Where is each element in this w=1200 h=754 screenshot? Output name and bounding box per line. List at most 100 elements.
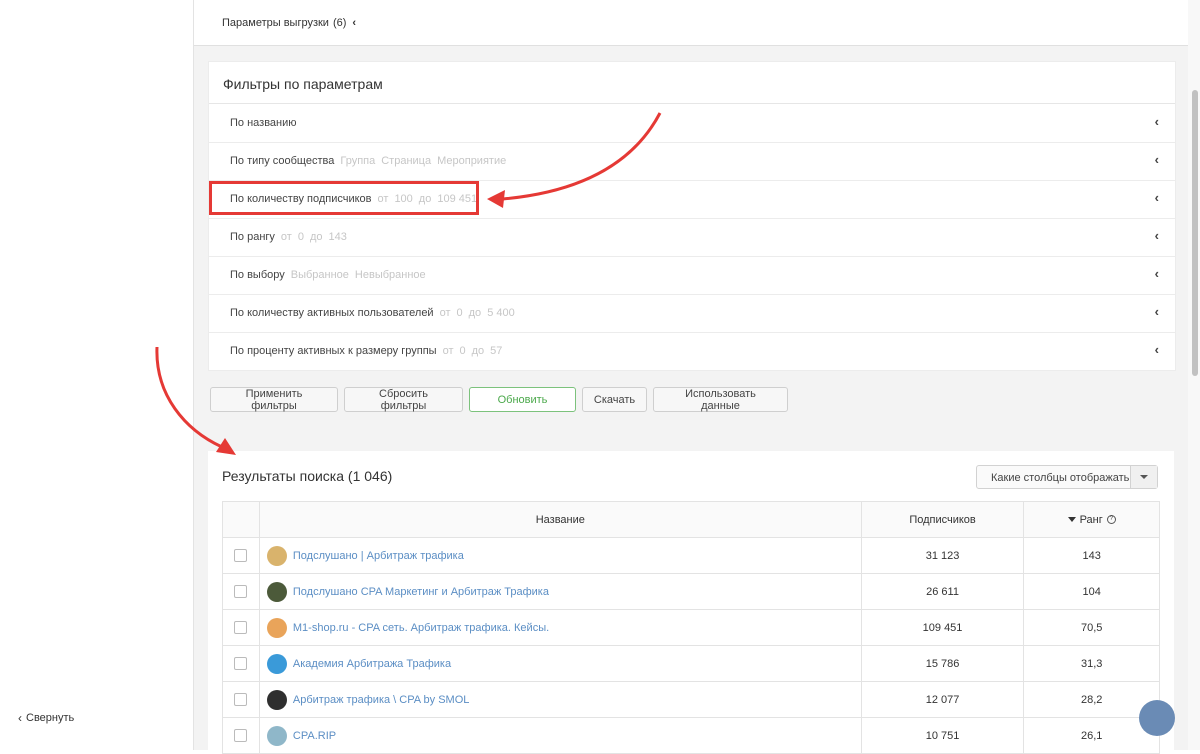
export-params-toggle[interactable]: Параметры выгрузки (6) ‹ — [222, 17, 356, 29]
filter-hint: от — [439, 307, 451, 319]
scrollbar-thumb[interactable] — [1192, 90, 1198, 376]
group-name-link[interactable]: Арбитраж трафика \ CPA by SMOL — [293, 694, 470, 706]
filter-hint: до — [468, 307, 482, 319]
filter-row[interactable]: По выбору Выбранное Невыбранное ‹ — [209, 256, 1175, 295]
row-checkbox[interactable] — [234, 693, 248, 706]
group-name-link[interactable]: CPA.RIP — [293, 730, 336, 742]
filter-hint: 0 — [459, 345, 466, 357]
group-name-link[interactable]: Академия Арбитража Трафика — [293, 658, 451, 670]
columns-select-label: Какие столбцы отображать — [991, 472, 1130, 484]
caret-down-icon — [1140, 475, 1148, 479]
header-checkbox-cell — [222, 501, 260, 538]
group-avatar[interactable] — [266, 581, 287, 602]
results-panel: Результаты поиска (1 046) Какие столбцы … — [208, 451, 1174, 754]
subscribers-cell: 15 786 — [860, 645, 1025, 682]
row-checkbox-cell — [222, 645, 260, 682]
export-params-bar[interactable]: Параметры выгрузки (6) ‹ — [194, 0, 1188, 46]
apply-filters-button[interactable]: Применить фильтры — [210, 387, 338, 412]
group-name-link[interactable]: Подслушано CPA Маркетинг и Арбитраж Траф… — [293, 586, 549, 598]
name-cell: CPA.RIP — [258, 717, 862, 754]
export-params-label: Параметры выгрузки — [222, 17, 329, 29]
row-checkbox[interactable] — [234, 549, 248, 562]
filter-label: По количеству активных пользователей — [230, 307, 434, 319]
table-row: CPA.RIP 10 751 26,1 — [222, 717, 1160, 754]
columns-select-caret[interactable] — [1130, 466, 1157, 488]
row-checkbox[interactable] — [234, 657, 248, 670]
group-avatar[interactable] — [266, 725, 287, 746]
filter-hint: Страница — [381, 155, 432, 167]
chevron-left-icon: ‹ — [1154, 304, 1159, 319]
filter-hints: Группа Страница Мероприятие — [340, 155, 512, 167]
download-button[interactable]: Скачать — [582, 387, 647, 412]
name-cell: M1-shop.ru - CPA сеть. Арбитраж трафика.… — [258, 609, 862, 646]
rank-cell: 143 — [1023, 537, 1160, 574]
table-row: Подслушано | Арбитраж трафика 31 123 143 — [222, 537, 1160, 574]
reset-filters-button[interactable]: Сбросить фильтры — [344, 387, 463, 412]
chevron-left-icon: ‹ — [1154, 152, 1159, 167]
filter-hint: 5 400 — [487, 307, 515, 319]
header-subscribers[interactable]: Подписчиков — [860, 501, 1025, 538]
filter-label: По проценту активных к размеру группы — [230, 345, 437, 357]
subscribers-cell: 26 611 — [860, 573, 1025, 610]
filter-label: По рангу — [230, 231, 275, 243]
results-title: Результаты поиска (1 046) — [222, 468, 393, 484]
highlight-box — [209, 181, 479, 215]
filter-row[interactable]: По количеству активных пользователей от 0 д… — [209, 294, 1175, 333]
filter-label: По названию — [230, 117, 297, 129]
group-avatar[interactable] — [266, 653, 287, 674]
sidebar: ‹ Свернуть — [0, 0, 194, 750]
row-checkbox[interactable] — [234, 585, 248, 598]
filters-panel: Фильтры по параметрам По названию ‹ По тип… — [208, 61, 1176, 371]
chevron-left-icon: ‹ — [1154, 342, 1159, 357]
row-checkbox-cell — [222, 681, 260, 718]
filter-hint: Невыбранное — [354, 269, 426, 281]
filter-label: По выбору — [230, 269, 285, 281]
refresh-button[interactable]: Обновить — [469, 387, 576, 412]
filter-row[interactable]: По названию ‹ — [209, 104, 1175, 143]
filter-hint: до — [471, 345, 485, 357]
group-avatar[interactable] — [266, 545, 287, 566]
name-cell: Академия Арбитража Трафика — [258, 645, 862, 682]
use-data-button[interactable]: Использовать данные — [653, 387, 788, 412]
filter-row[interactable]: По типу сообщества Группа Страница Мероприя… — [209, 142, 1175, 181]
subscribers-cell: 109 451 — [860, 609, 1025, 646]
help-icon[interactable]: ? — [1106, 515, 1116, 525]
header-rank-label: Ранг — [1079, 513, 1103, 526]
chat-widget-button[interactable] — [1139, 700, 1175, 736]
chevron-left-icon: ‹ — [18, 711, 22, 725]
columns-select[interactable]: Какие столбцы отображать — [976, 465, 1158, 489]
sort-desc-icon — [1067, 517, 1076, 523]
filter-hint: Группа — [340, 155, 376, 167]
chevron-left-icon: ‹ — [1154, 190, 1159, 205]
filter-row-text: По рангу от 0 до 143 — [230, 231, 353, 243]
filter-label: По типу сообщества — [230, 155, 335, 167]
filter-hint: до — [309, 231, 323, 243]
rank-cell: 31,3 — [1023, 645, 1160, 682]
filter-row-text: По выбору Выбранное Невыбранное — [230, 269, 432, 281]
filter-hints: от 0 до 5 400 — [440, 307, 521, 319]
row-checkbox-cell — [222, 609, 260, 646]
subscribers-cell: 12 077 — [860, 681, 1025, 718]
table-row: Арбитраж трафика \ CPA by SMOL 12 077 28,2 — [222, 681, 1160, 718]
group-avatar[interactable] — [266, 689, 287, 710]
row-checkbox-cell — [222, 537, 260, 574]
group-name-link[interactable]: Подслушано | Арбитраж трафика — [293, 550, 464, 562]
row-checkbox[interactable] — [234, 729, 248, 742]
collapse-sidebar-button[interactable]: ‹ Свернуть — [18, 711, 74, 725]
filter-row[interactable]: По проценту активных к размеру группы от 0… — [209, 332, 1175, 371]
filter-hint: Выбранное — [290, 269, 349, 281]
row-checkbox[interactable] — [234, 621, 248, 634]
group-name-link[interactable]: M1-shop.ru - CPA сеть. Арбитраж трафика.… — [293, 622, 549, 634]
filter-row[interactable]: По рангу от 0 до 143 ‹ — [209, 218, 1175, 257]
group-avatar[interactable] — [266, 617, 287, 638]
filter-hint: от — [442, 345, 454, 357]
filter-hints: от 0 до 143 — [281, 231, 353, 243]
action-buttons: Применить фильтры Сбросить фильтры Обнов… — [210, 387, 788, 412]
header-rank[interactable]: Ранг ? — [1023, 501, 1160, 538]
filter-row-text: По количеству активных пользователей от 0 д… — [230, 307, 521, 319]
results-table: Название Подписчиков Ранг ? Подслушано |… — [222, 501, 1160, 754]
chevron-left-icon: ‹ — [1154, 228, 1159, 243]
row-checkbox-cell — [222, 717, 260, 754]
main-content: Параметры выгрузки (6) ‹ Фильтры по параме… — [194, 0, 1188, 754]
header-name[interactable]: Название — [258, 501, 862, 538]
